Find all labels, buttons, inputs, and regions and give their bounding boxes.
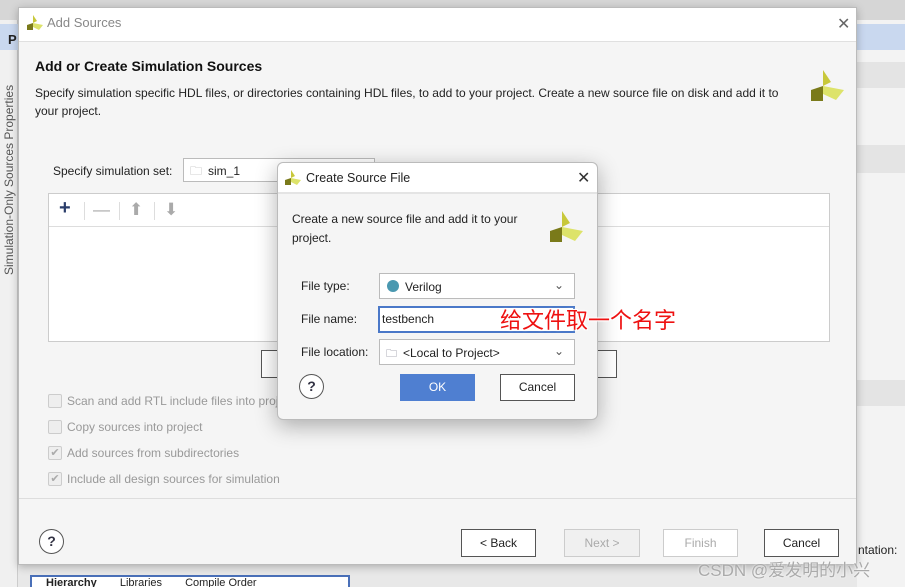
chevron-down-icon: ⌄	[554, 344, 565, 358]
checkbox-label: Scan and add RTL include files into proj…	[67, 394, 295, 408]
folder-icon: 🗀	[386, 348, 397, 360]
verilog-icon	[387, 280, 399, 292]
subdirectories-checkbox[interactable]: ✔ Add sources from subdirectories	[48, 446, 239, 460]
file-type-value: Verilog	[405, 280, 442, 294]
checkbox-label: Include all design sources for simulatio…	[67, 472, 280, 486]
page-description: Specify simulation specific HDL files, o…	[35, 86, 779, 118]
arrow-up-icon[interactable]: ⬆	[129, 200, 143, 220]
sim-set-value: sim_1	[208, 164, 241, 178]
dialog-titlebar: Add Sources ✕	[19, 8, 856, 42]
vivado-logo-icon	[550, 211, 583, 242]
help-button[interactable]: ?	[299, 374, 324, 399]
arrow-down-icon[interactable]: ⬇	[164, 200, 178, 220]
next-button[interactable]: Next >	[564, 529, 640, 557]
dialog-description: Create a new source file and add it to y…	[292, 212, 518, 245]
plus-icon[interactable]: +	[59, 197, 71, 220]
scan-rtl-checkbox[interactable]: Scan and add RTL include files into proj…	[48, 394, 294, 408]
bottom-tabs: Hierarchy Libraries Compile Order	[30, 575, 350, 587]
watermark: CSDN @爱发明的小兴	[698, 561, 871, 580]
checkbox-label: Copy sources into project	[67, 420, 203, 434]
divider	[19, 498, 856, 499]
checkbox[interactable]: ✔	[48, 472, 62, 486]
checkbox[interactable]	[48, 394, 62, 408]
create-source-file-dialog: Create Source File ✕ Create a new source…	[277, 162, 598, 420]
copy-sources-checkbox[interactable]: Copy sources into project	[48, 420, 202, 434]
tab-libraries[interactable]: Libraries	[120, 577, 162, 587]
tab-compile-order[interactable]: Compile Order	[185, 577, 257, 587]
checkbox-label: Add sources from subdirectories	[67, 446, 240, 460]
right-panel-text: ntation:	[858, 543, 898, 557]
sim-set-label: Specify simulation set:	[53, 164, 173, 178]
checkbox[interactable]	[48, 420, 62, 434]
side-panel-label[interactable]: Simulation-Only Sources Properties	[2, 65, 16, 275]
vivado-logo-icon	[27, 15, 43, 30]
cancel-button[interactable]: Cancel	[500, 374, 575, 401]
annotation-text: 给文件取一个名字	[500, 308, 677, 333]
separator	[119, 202, 120, 220]
right-panel-section	[857, 145, 905, 173]
close-icon[interactable]: ✕	[577, 168, 590, 188]
right-panel-header	[857, 24, 905, 50]
file-type-dropdown[interactable]: Verilog ⌄	[379, 273, 575, 299]
folder-icon: 🗀	[190, 164, 203, 178]
cancel-button[interactable]: Cancel	[764, 529, 839, 557]
file-location-label: File location:	[301, 345, 369, 359]
vivado-logo-icon	[285, 170, 301, 185]
help-button[interactable]: ?	[39, 529, 64, 554]
separator	[154, 202, 155, 220]
side-panel-tab[interactable]: P	[0, 24, 18, 50]
vivado-logo-icon	[811, 70, 844, 101]
checkbox[interactable]: ✔	[48, 446, 62, 460]
include-design-sources-checkbox[interactable]: ✔ Include all design sources for simulati…	[48, 472, 280, 486]
chevron-down-icon: ⌄	[554, 278, 565, 292]
right-panel	[857, 20, 905, 587]
back-button[interactable]: < Back	[461, 529, 536, 557]
dialog-title: Add Sources	[47, 15, 122, 30]
file-location-dropdown[interactable]: 🗀 <Local to Project> ⌄	[379, 339, 575, 365]
file-type-label: File type:	[301, 279, 350, 293]
tab-hierarchy[interactable]: Hierarchy	[46, 577, 97, 587]
right-panel-section	[857, 62, 905, 88]
close-icon[interactable]: ✕	[837, 14, 850, 34]
file-name-label: File name:	[301, 312, 358, 326]
right-panel-section	[857, 380, 905, 406]
file-location-value: <Local to Project>	[403, 346, 500, 360]
page-title: Add or Create Simulation Sources	[35, 58, 263, 74]
minus-icon[interactable]: —	[93, 200, 110, 220]
ok-button[interactable]: OK	[400, 374, 475, 401]
dialog-titlebar: Create Source File ✕	[278, 163, 597, 194]
separator	[84, 202, 85, 220]
dialog-title: Create Source File	[306, 171, 411, 185]
finish-button[interactable]: Finish	[663, 529, 738, 557]
